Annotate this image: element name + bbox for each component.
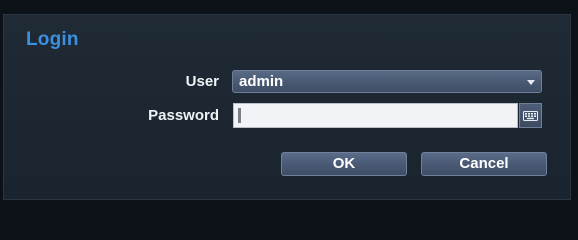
dialog-title: Login [26, 29, 79, 50]
login-dialog: Login User admin Password OK Cancel [3, 14, 571, 200]
user-select-value: admin [239, 73, 284, 90]
keyboard-icon [523, 110, 538, 121]
cancel-button[interactable]: Cancel [421, 152, 547, 176]
virtual-keyboard-button[interactable] [519, 103, 542, 128]
password-label: Password [148, 107, 219, 124]
user-label: User [185, 73, 219, 90]
ok-button[interactable]: OK [281, 152, 407, 176]
text-cursor [238, 108, 241, 123]
password-field[interactable] [233, 103, 518, 128]
user-select[interactable]: admin [232, 70, 542, 93]
chevron-down-icon [527, 80, 535, 85]
